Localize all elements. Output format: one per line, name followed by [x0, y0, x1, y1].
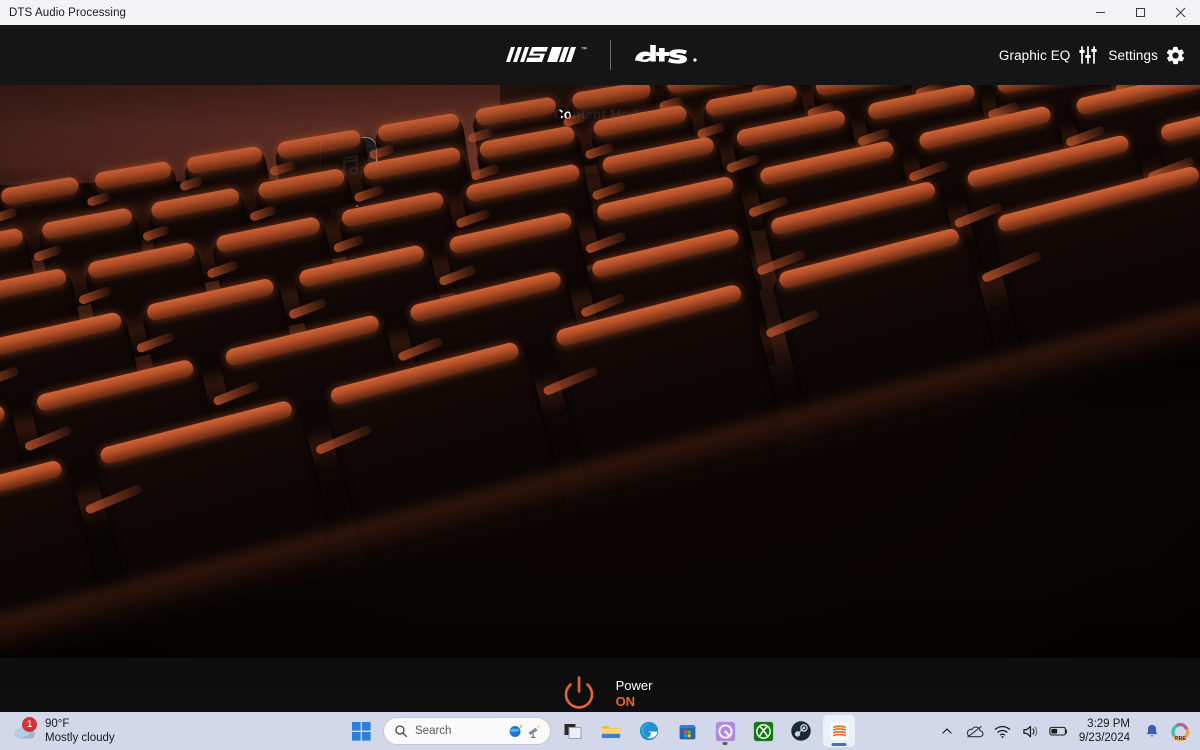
app-running-indicator	[722, 742, 728, 745]
maximize-button[interactable]	[1120, 0, 1160, 25]
weather-text: 90°F Mostly cloudy	[45, 717, 115, 745]
power-label: Power	[615, 678, 653, 694]
dts-audio-processing-window: DTS Audio Processing ™ Graphic EQ Settin…	[0, 0, 1200, 750]
power-icon	[564, 675, 593, 709]
window-title: DTS Audio Processing	[9, 6, 127, 19]
settings-button[interactable]: Settings	[1108, 45, 1186, 66]
app-header: ™ Graphic EQ Settings	[0, 25, 1200, 85]
microsoft-edge-button[interactable]	[633, 715, 665, 747]
file-explorer-button[interactable]	[595, 715, 627, 747]
taskbar-clock[interactable]: 3:29 PM 9/23/2024	[1079, 717, 1130, 745]
power-row: Power ON	[556, 671, 653, 717]
brand-logos: ™	[502, 40, 699, 70]
speaker-icon	[1023, 725, 1038, 737]
cloud-icon: 1	[12, 717, 38, 742]
start-button[interactable]	[345, 715, 377, 747]
dts-app-icon	[830, 722, 848, 740]
svg-text:PRE: PRE	[1174, 736, 1185, 742]
creative-app-button[interactable]	[709, 715, 741, 747]
folder-icon	[601, 725, 621, 739]
battery-tray-button[interactable]	[1047, 716, 1071, 746]
graphic-eq-button[interactable]: Graphic EQ	[999, 44, 1100, 66]
weather-condition: Mostly cloudy	[45, 732, 115, 744]
logo-divider	[609, 40, 611, 70]
window-controls	[1080, 0, 1200, 25]
onedrive-icon	[967, 725, 984, 738]
settings-label: Settings	[1108, 47, 1158, 63]
taskbar-search-box[interactable]: Search	[383, 717, 551, 745]
bell-icon	[1146, 724, 1158, 737]
clock-date: 9/23/2024	[1078, 732, 1130, 744]
wifi-tray-button[interactable]	[991, 716, 1015, 746]
svg-text:™: ™	[581, 46, 587, 53]
weather-badge-count: 1	[22, 717, 37, 732]
weather-temperature: 90°F	[45, 717, 70, 730]
active-app-indicator	[831, 743, 847, 746]
taskbar-weather-widget[interactable]: 1 90°F Mostly cloudy	[12, 717, 115, 745]
header-actions: Graphic EQ Settings	[999, 25, 1186, 85]
msi-logo: ™	[505, 46, 587, 62]
sliders-icon	[1079, 46, 1098, 64]
battery-icon	[1049, 726, 1067, 736]
windows-taskbar: 1 90°F Mostly cloudy Search 3:29 PM 9/23…	[0, 712, 1200, 750]
copilot-icon	[509, 724, 523, 737]
wifi-icon	[995, 725, 1011, 738]
search-icon	[395, 725, 408, 738]
gear-icon	[1166, 46, 1185, 64]
power-state: ON	[615, 693, 636, 709]
close-button[interactable]	[1160, 0, 1200, 25]
store-icon	[678, 724, 696, 739]
steam-icon	[791, 721, 811, 741]
microsoft-store-button[interactable]	[671, 715, 703, 747]
graphic-eq-label: Graphic EQ	[998, 47, 1071, 63]
clock-time: 3:29 PM	[1087, 717, 1130, 730]
windows-start-icon	[351, 721, 371, 741]
minimize-button[interactable]	[1080, 0, 1120, 25]
power-status: Power ON	[616, 678, 653, 709]
volume-tray-button[interactable]	[1019, 716, 1043, 746]
xbox-button[interactable]	[747, 715, 779, 747]
search-placeholder: Search	[415, 725, 452, 737]
cinema-background-image	[0, 85, 1200, 750]
dts-audio-processing-button[interactable]	[823, 715, 855, 747]
main-stage: Content Mode Music	[0, 85, 1200, 750]
steam-button[interactable]	[785, 715, 817, 747]
dts-logo	[634, 45, 697, 64]
edge-icon	[639, 721, 659, 741]
copilot-tray-button[interactable]: PRE	[1168, 716, 1192, 746]
copilot-pre-icon: PRE	[1170, 722, 1189, 742]
purple-app-icon	[715, 721, 735, 741]
notifications-button[interactable]	[1140, 716, 1164, 746]
chevron-up-icon	[942, 728, 952, 734]
telescope-icon	[528, 725, 540, 738]
xbox-icon	[753, 721, 773, 741]
taskbar-center-group: Search	[345, 715, 855, 747]
window-title-bar: DTS Audio Processing	[0, 0, 1200, 25]
task-view-button[interactable]	[557, 715, 589, 747]
onedrive-tray-button[interactable]	[963, 716, 987, 746]
task-view-icon	[564, 724, 582, 739]
power-button[interactable]	[556, 671, 602, 717]
tray-overflow-button[interactable]	[935, 716, 959, 746]
system-tray: 3:29 PM 9/23/2024 PRE	[935, 716, 1192, 746]
